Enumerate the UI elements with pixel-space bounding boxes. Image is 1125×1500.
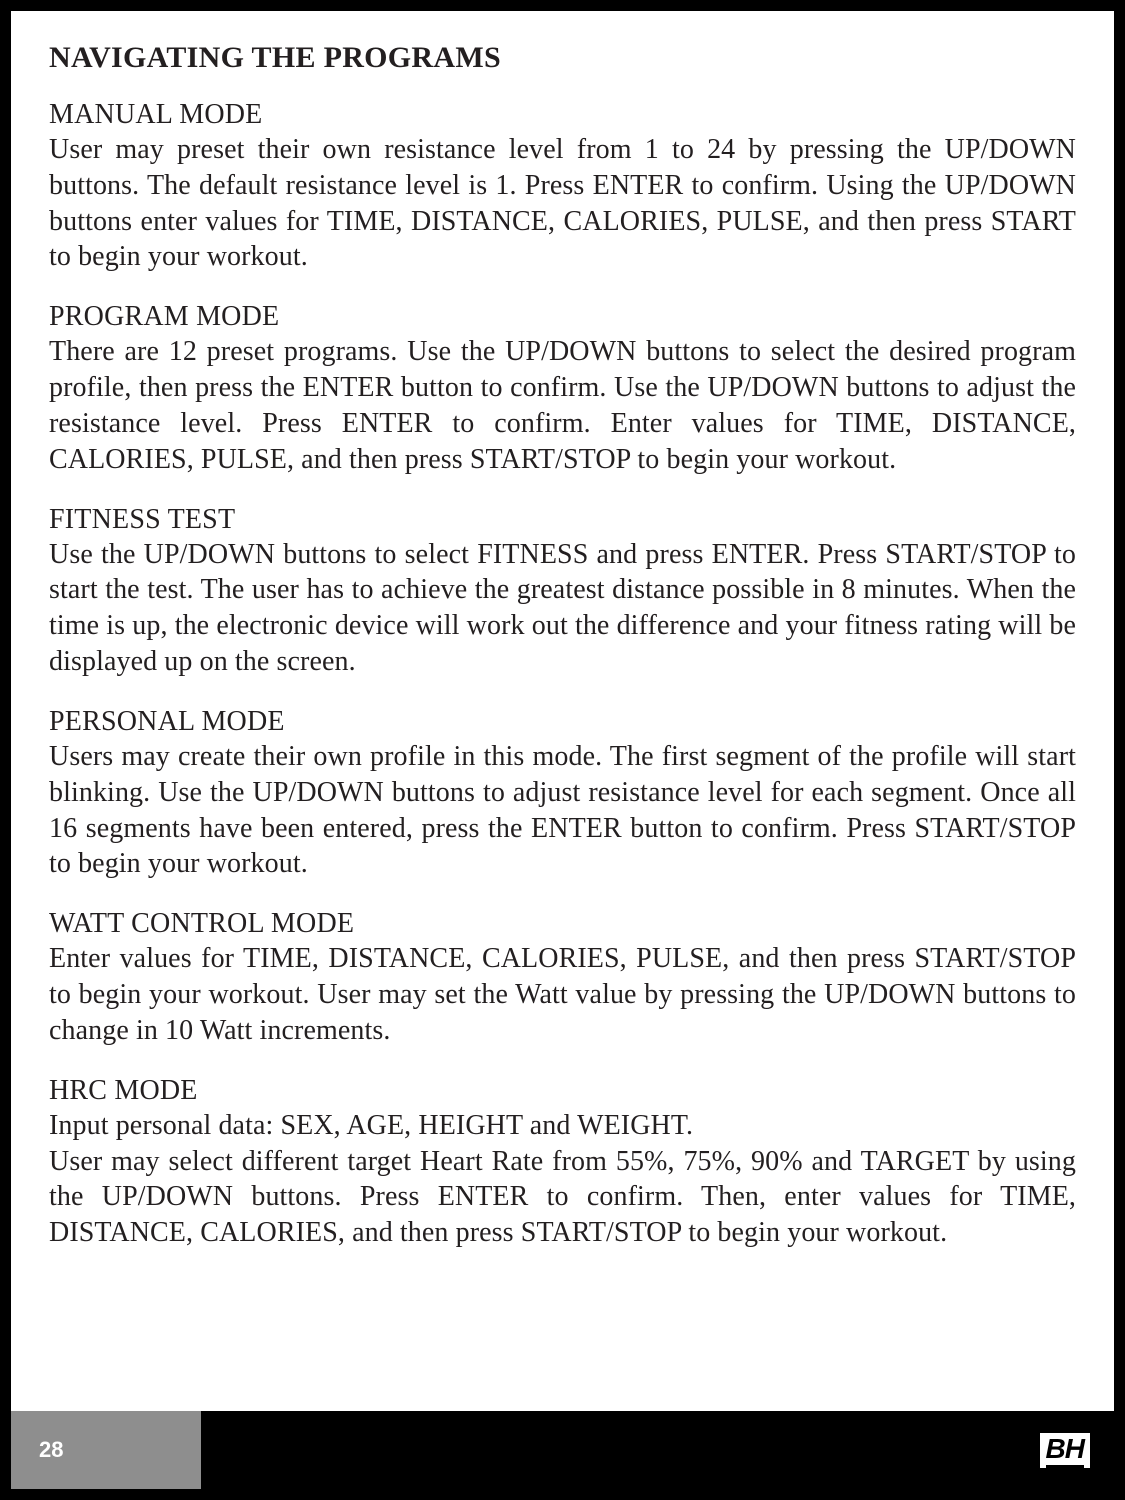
section-body: User may preset their own resistance lev… [49, 132, 1076, 275]
section-fitness: FITNESS TEST Use the UP/DOWN buttons to … [49, 502, 1076, 680]
bh-logo-icon: BH [1040, 1433, 1090, 1468]
page-container: NAVIGATING THE PROGRAMS MANUAL MODE User… [8, 8, 1117, 1492]
bh-logo-underline [1046, 1465, 1084, 1468]
section-watt: WATT CONTROL MODE Enter values for TIME,… [49, 906, 1076, 1048]
bh-logo-text: BH [1046, 1435, 1084, 1463]
page-title: NAVIGATING THE PROGRAMS [49, 41, 1076, 75]
section-body: Users may create their own profile in th… [49, 739, 1076, 882]
footer-left-block: 28 [11, 1411, 201, 1489]
section-manual: MANUAL MODE User may preset their own re… [49, 97, 1076, 275]
footer-right-block: BH [201, 1411, 1114, 1489]
section-body: Enter values for TIME, DISTANCE, CALORIE… [49, 941, 1076, 1048]
section-head: PROGRAM MODE [49, 299, 1076, 334]
section-hrc: HRC MODE Input personal data: SEX, AGE, … [49, 1073, 1076, 1251]
page-footer: 28 BH [11, 1411, 1114, 1489]
section-program: PROGRAM MODE There are 12 preset program… [49, 299, 1076, 477]
section-body: Input personal data: SEX, AGE, HEIGHT an… [49, 1108, 1076, 1251]
section-head: PERSONAL MODE [49, 704, 1076, 739]
section-body: There are 12 preset programs. Use the UP… [49, 334, 1076, 477]
section-body: Use the UP/DOWN buttons to select FITNES… [49, 537, 1076, 680]
section-head: WATT CONTROL MODE [49, 906, 1076, 941]
page-number: 28 [39, 1437, 63, 1463]
section-head: HRC MODE [49, 1073, 1076, 1108]
section-head: FITNESS TEST [49, 502, 1076, 537]
section-head: MANUAL MODE [49, 97, 1076, 132]
section-personal: PERSONAL MODE Users may create their own… [49, 704, 1076, 882]
